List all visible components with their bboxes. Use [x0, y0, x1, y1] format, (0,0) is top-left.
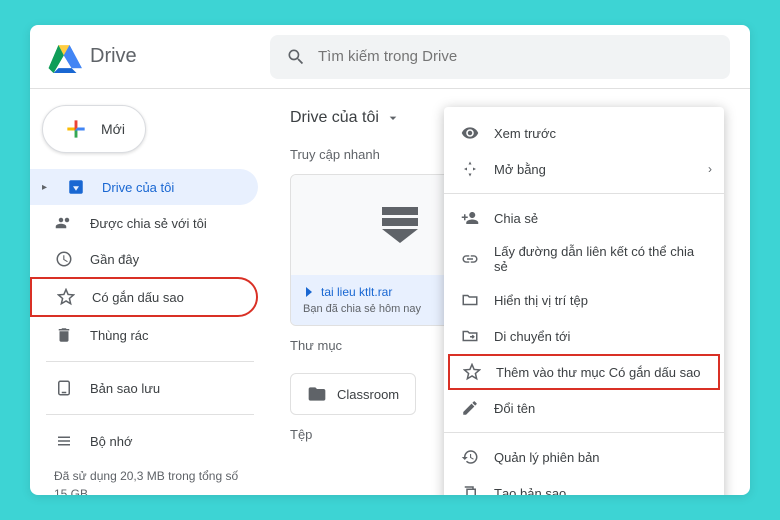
menu-label: Đổi tên	[494, 401, 535, 416]
cloud-icon	[54, 431, 74, 451]
chevron-down-icon	[385, 110, 401, 126]
sidebar-item-label: Drive của tôi	[102, 180, 174, 195]
storage-text: Đã sử dụng 20,3 MB trong tổng số 15 GB	[30, 459, 270, 495]
menu-label: Chia sẻ	[494, 211, 538, 226]
drive-logo-icon	[46, 41, 82, 73]
edit-icon	[460, 398, 480, 418]
menu-make-copy[interactable]: Tạo bản sao	[444, 475, 724, 495]
link-icon	[460, 249, 480, 269]
eye-icon	[460, 123, 480, 143]
search-input[interactable]	[318, 48, 714, 65]
sidebar-item-shared[interactable]: Được chia sẻ với tôi	[30, 205, 258, 241]
sidebar-item-label: Được chia sẻ với tôi	[90, 216, 207, 231]
sidebar-item-backups[interactable]: Bản sao lưu	[30, 370, 258, 406]
app-window: Drive Mới ▸ Drive của tôi Được chia sẻ v…	[30, 25, 750, 495]
move-icon	[460, 326, 480, 346]
sidebar-item-label: Gần đây	[90, 252, 139, 267]
sidebar-item-recent[interactable]: Gần đây	[30, 241, 258, 277]
menu-label: Tạo bản sao	[494, 486, 566, 496]
person-add-icon	[460, 208, 480, 228]
divider	[46, 361, 254, 362]
sidebar-item-starred[interactable]: Có gắn dấu sao	[30, 277, 258, 317]
people-icon	[54, 213, 74, 233]
new-button[interactable]: Mới	[42, 105, 146, 153]
context-menu: Xem trước Mở bằng › Chia sẻ Lấy đường dẫ…	[444, 107, 724, 495]
folder-open-icon	[460, 290, 480, 310]
menu-preview[interactable]: Xem trước	[444, 115, 724, 151]
star-outline-icon	[462, 362, 482, 382]
menu-label: Xem trước	[494, 126, 556, 141]
copy-icon	[460, 483, 480, 495]
menu-label: Thêm vào thư mục Có gắn dấu sao	[496, 365, 701, 380]
menu-show-location[interactable]: Hiển thị vị trí tệp	[444, 282, 724, 318]
search-bar[interactable]	[270, 35, 730, 79]
menu-label: Di chuyển tới	[494, 329, 570, 344]
app-title: Drive	[90, 45, 137, 68]
plus-icon	[63, 116, 89, 142]
header: Drive	[30, 25, 750, 89]
menu-share[interactable]: Chia sẻ	[444, 200, 724, 236]
backup-icon	[54, 378, 74, 398]
folder-chip[interactable]: Classroom	[290, 373, 416, 415]
menu-label: Mở bằng	[494, 162, 546, 177]
menu-label: Hiển thị vị trí tệp	[494, 293, 588, 308]
logo-area[interactable]: Drive	[30, 41, 270, 73]
search-icon	[286, 47, 306, 67]
archive-icon	[382, 207, 418, 243]
menu-add-to-starred[interactable]: Thêm vào thư mục Có gắn dấu sao	[448, 354, 720, 390]
sidebar-item-label: Có gắn dấu sao	[92, 290, 184, 305]
menu-manage-versions[interactable]: Quản lý phiên bản	[444, 439, 724, 475]
menu-label: Quản lý phiên bản	[494, 450, 600, 465]
menu-get-link[interactable]: Lấy đường dẫn liên kết có thể chia sẻ	[444, 236, 724, 282]
sidebar-item-storage[interactable]: Bộ nhớ	[30, 423, 258, 459]
sidebar-item-trash[interactable]: Thùng rác	[30, 317, 258, 353]
chevron-right-icon: ›	[708, 162, 712, 176]
caret-icon: ▸	[42, 182, 50, 193]
folder-icon	[307, 384, 327, 404]
sidebar: Mới ▸ Drive của tôi Được chia sẻ với tôi…	[30, 89, 270, 495]
open-with-icon	[460, 159, 480, 179]
drive-icon	[66, 177, 86, 197]
menu-divider	[444, 432, 724, 433]
divider	[46, 414, 254, 415]
menu-label: Lấy đường dẫn liên kết có thể chia sẻ	[494, 244, 708, 274]
sidebar-item-label: Bộ nhớ	[90, 434, 133, 449]
new-button-label: Mới	[101, 121, 125, 137]
trash-icon	[54, 325, 74, 345]
menu-open-with[interactable]: Mở bằng ›	[444, 151, 724, 187]
menu-move-to[interactable]: Di chuyển tới	[444, 318, 724, 354]
star-icon	[56, 287, 76, 307]
breadcrumb-label: Drive của tôi	[290, 109, 379, 127]
sidebar-item-label: Thùng rác	[90, 328, 149, 343]
menu-divider	[444, 193, 724, 194]
history-icon	[460, 447, 480, 467]
sidebar-item-label: Bản sao lưu	[90, 381, 160, 396]
clock-icon	[54, 249, 74, 269]
menu-rename[interactable]: Đổi tên	[444, 390, 724, 426]
sidebar-item-my-drive[interactable]: ▸ Drive của tôi	[30, 169, 258, 205]
file-icon	[303, 286, 315, 298]
folder-name: Classroom	[337, 387, 399, 402]
